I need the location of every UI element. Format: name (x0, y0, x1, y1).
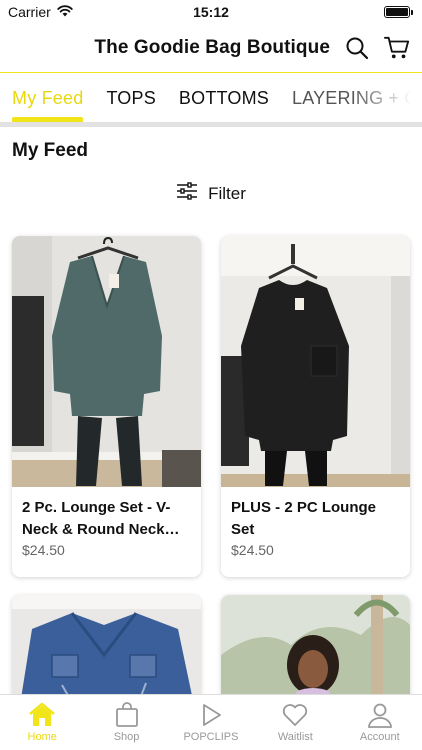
search-icon[interactable] (344, 35, 370, 61)
product-card[interactable]: PLUS - 2 PC Lounge Set $24.50 (221, 236, 410, 577)
app-title: The Goodie Bag Boutique (94, 37, 330, 58)
product-image (221, 236, 410, 487)
nav-popclips-label: POPCLIPS (183, 731, 239, 743)
section-title: My Feed (12, 140, 89, 161)
nav-account[interactable]: Account (338, 701, 422, 743)
nav-popclips[interactable]: POPCLIPS (169, 701, 253, 743)
tabs-divider (0, 122, 422, 127)
nav-account-label: Account (359, 731, 400, 743)
product-image (12, 595, 201, 705)
cart-icon[interactable] (384, 35, 410, 61)
product-image (12, 236, 201, 487)
nav-home[interactable]: Home (0, 701, 84, 743)
category-tabs: My Feed TOPS BOTTOMS LAYERING + O (0, 72, 422, 122)
product-grid: 2 Pc. Lounge Set - V-Neck & Round Neck L… (12, 236, 410, 705)
filter-button[interactable]: Filter (0, 182, 422, 205)
bottom-nav: Home Shop POPCLIPS Waitlist Account (0, 694, 422, 750)
wifi-icon (57, 4, 73, 20)
shopping-bag-icon (113, 701, 141, 729)
sliders-icon (176, 182, 198, 205)
filter-label: Filter (208, 183, 246, 203)
product-image (221, 595, 410, 705)
nav-shop[interactable]: Shop (85, 701, 169, 743)
status-bar: Carrier 15:12 (0, 0, 422, 24)
product-info: 2 Pc. Lounge Set - V-Neck & Round Neck L… (12, 487, 201, 577)
product-card[interactable] (221, 595, 410, 705)
carrier-label: Carrier (8, 4, 51, 20)
product-card[interactable] (12, 595, 201, 705)
heart-icon (281, 701, 309, 729)
tab-bottoms[interactable]: BOTTOMS (179, 73, 269, 122)
status-left: Carrier (8, 4, 73, 20)
tabs-fade-overlay (352, 73, 422, 122)
nav-shop-label: Shop (113, 731, 140, 743)
product-info: PLUS - 2 PC Lounge Set $24.50 (221, 487, 410, 577)
app-header: The Goodie Bag Boutique (0, 28, 422, 68)
product-price: $24.50 (231, 542, 274, 558)
tab-my-feed[interactable]: My Feed (12, 73, 84, 122)
product-price: $24.50 (22, 542, 65, 558)
play-icon (197, 701, 225, 729)
product-card[interactable]: 2 Pc. Lounge Set - V-Neck & Round Neck L… (12, 236, 201, 577)
user-icon (366, 701, 394, 729)
nav-waitlist[interactable]: Waitlist (253, 701, 337, 743)
product-title: 2 Pc. Lounge Set - V-Neck & Round Neck L… (22, 499, 171, 538)
nav-waitlist-label: Waitlist (277, 731, 313, 743)
nav-home-label: Home (27, 731, 57, 743)
battery-icon (384, 6, 413, 18)
tab-tops[interactable]: TOPS (106, 73, 155, 122)
home-icon (28, 701, 56, 729)
product-title: PLUS - 2 PC Lounge Set (231, 499, 377, 538)
